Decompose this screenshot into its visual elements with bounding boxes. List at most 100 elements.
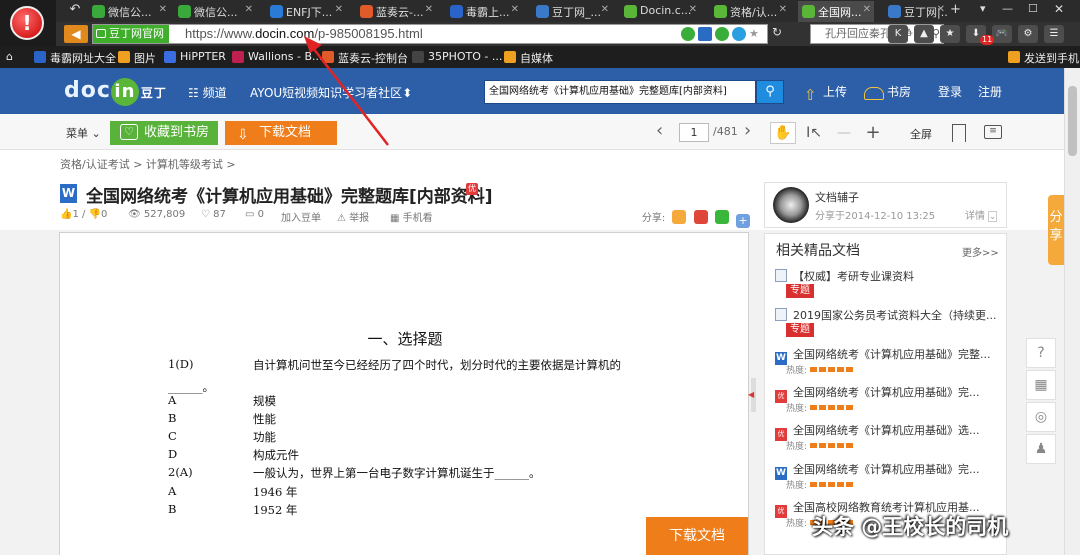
translate-icon[interactable] — [715, 27, 729, 41]
menu-dropdown[interactable]: 菜单 ⌄ — [66, 125, 101, 141]
minimize-icon[interactable]: — — [1002, 2, 1013, 15]
browser-tab[interactable]: 资格/认... ✕ — [710, 1, 790, 22]
hand-tool-icon[interactable]: ✋ — [770, 122, 796, 144]
hearts-stat[interactable]: ♡ 87 — [201, 209, 226, 220]
undo-close-tab-icon[interactable]: ↶ — [66, 2, 84, 17]
k-icon[interactable]: K — [888, 25, 908, 43]
browser-tab[interactable]: ENFJ下... ✕ — [266, 1, 346, 22]
game-icon[interactable]: 🎮 — [992, 25, 1012, 43]
up-icon[interactable]: ▲ — [914, 25, 934, 43]
bookmark-item[interactable]: 自媒体 — [504, 50, 553, 66]
favorite-button[interactable]: ♡ 收藏到书房 — [110, 121, 218, 145]
star-icon[interactable]: ★ — [749, 27, 763, 41]
close-tab-icon[interactable]: ✕ — [245, 4, 253, 15]
doc-search-input[interactable]: 全国网络统考《计算机应用基础》完整题库[内部资料] — [484, 80, 756, 104]
author-name[interactable]: 文档辅子 — [815, 189, 859, 205]
send-to-phone-link[interactable]: 发送到手机 — [1008, 50, 1079, 66]
more-share-icon[interactable]: + — [736, 214, 750, 228]
upload-button[interactable]: ⇧ 上传 — [804, 83, 847, 103]
add-list-link[interactable]: 加入豆单 — [281, 209, 321, 224]
topic-tag[interactable]: 专题 — [786, 284, 814, 298]
zoom-out-icon[interactable]: — — [836, 122, 852, 144]
collapse-arrow-icon[interactable]: ◀ — [748, 390, 756, 400]
close-tab-icon[interactable]: ✕ — [937, 4, 945, 15]
prev-page-icon[interactable]: ‹ — [656, 120, 663, 141]
browser-tab[interactable]: 毒霸上... ✕ — [446, 1, 522, 22]
bookmark-item[interactable]: 35PHOTO - ... — [412, 50, 502, 63]
extension-icon[interactable] — [732, 27, 746, 41]
close-tab-icon[interactable]: ✕ — [779, 4, 787, 15]
qq-icon[interactable]: ♟ — [1026, 434, 1056, 464]
wechat-share-icon[interactable] — [714, 210, 729, 224]
comments-stat[interactable]: ▭ 0 — [245, 209, 264, 220]
comment-icon[interactable]: ≡ — [984, 125, 1002, 139]
browser-tab[interactable]: 全国网... ✕ — [798, 1, 874, 22]
page-scrollbar[interactable] — [1064, 68, 1080, 555]
browser-tab[interactable]: 蓝奏云-... ✕ — [356, 1, 436, 22]
more-link[interactable]: 更多>> — [962, 244, 999, 259]
docin-logo[interactable]: doc in 豆丁 — [64, 78, 167, 106]
bookmark-item[interactable]: 图片 — [118, 50, 156, 66]
channel-link[interactable]: ☷ 频道 — [188, 84, 227, 101]
browser-tab[interactable]: 豆丁网|... ✕ — [884, 1, 948, 22]
report-link[interactable]: ⚠ 举报 — [337, 209, 369, 224]
close-window-icon[interactable]: ✕ — [1054, 2, 1064, 16]
topic-tag[interactable]: 专题 — [786, 323, 814, 337]
bookmark-item[interactable]: HiPPTER — [164, 50, 226, 63]
back-button[interactable]: ◀ — [64, 25, 88, 43]
details-dropdown[interactable]: 详情 ⌄ — [965, 207, 997, 222]
new-tab-button[interactable]: + — [950, 2, 961, 17]
browser-tab[interactable]: 微信公... ✕ — [88, 1, 170, 22]
bookmark-item[interactable]: Wallions - B... — [232, 50, 323, 63]
close-tab-icon[interactable]: ✕ — [425, 4, 433, 15]
qzone-share-icon[interactable] — [672, 210, 687, 224]
close-tab-icon[interactable]: ✕ — [159, 4, 167, 15]
help-icon[interactable]: ? — [1026, 338, 1056, 368]
close-tab-icon[interactable]: ✕ — [689, 4, 697, 15]
side-share-tab[interactable]: 分享 — [1048, 195, 1064, 265]
login-link[interactable]: 登录 — [938, 83, 962, 100]
reader-icon[interactable] — [698, 27, 712, 41]
bookmark-icon[interactable] — [952, 124, 966, 142]
site-verified-badge[interactable]: 豆丁网官网 — [93, 25, 169, 43]
page-number-input[interactable]: 1 — [679, 123, 709, 142]
menu-icon[interactable]: ☰ — [1044, 25, 1064, 43]
fullscreen-button[interactable]: 全屏 — [910, 126, 932, 142]
qr-code-icon[interactable]: ▦ — [1026, 370, 1056, 400]
register-link[interactable]: 注册 — [978, 83, 1002, 100]
close-tab-icon[interactable]: ✕ — [601, 4, 609, 15]
select-text-icon[interactable]: I↖ — [804, 122, 824, 144]
phone-view-link[interactable]: ▦ 手机看 — [390, 209, 433, 224]
browser-menu-button[interactable]: ! — [0, 0, 56, 46]
doc-search-button[interactable]: ⚲ — [756, 80, 784, 104]
home-icon[interactable]: ⌂ — [6, 50, 13, 63]
close-tab-icon[interactable]: ✕ — [335, 4, 343, 15]
wechat-icon[interactable]: ◎ — [1026, 402, 1056, 432]
refresh-icon[interactable]: ↻ — [772, 25, 782, 39]
avatar[interactable] — [773, 187, 809, 223]
like-stat[interactable]: 👍1 / 👎0 — [60, 209, 107, 220]
bookshelf-button[interactable]: 书房 — [864, 83, 911, 100]
close-tab-icon[interactable]: ✕ — [511, 4, 519, 15]
url-field[interactable]: 豆丁网官网 https://www.docin.com/p-985008195.… — [92, 24, 768, 44]
tab-list-icon[interactable]: ▾ — [980, 2, 986, 15]
bookmark-item[interactable]: 毒霸网址大全 — [34, 50, 116, 66]
scrollbar-thumb[interactable] — [1068, 86, 1077, 156]
browser-tab[interactable]: Docin.c... ✕ — [620, 1, 700, 22]
bookmark-item[interactable]: 蓝奏云-控制台 — [322, 50, 408, 66]
browser-tab[interactable]: 微信公... ✕ — [174, 1, 256, 22]
settings-icon[interactable]: ⚙ — [1018, 25, 1038, 43]
promo-link[interactable]: AYOU短视频知识学习者社区⬍ — [250, 84, 412, 101]
maximize-icon[interactable]: ☐ — [1028, 2, 1038, 15]
favorites-icon[interactable]: ★ — [940, 25, 960, 43]
zoom-in-icon[interactable]: + — [864, 122, 882, 144]
close-tab-icon[interactable]: ✕ — [863, 4, 871, 15]
verified-icon[interactable] — [681, 27, 695, 41]
related-doc-item[interactable]: 2019国家公务员考试资料大全（持续更... — [775, 307, 1005, 323]
floating-download-button[interactable]: 下载文档 — [646, 517, 748, 555]
download-button[interactable]: ⇩ 下载文档 — [225, 121, 337, 145]
next-page-icon[interactable]: › — [744, 120, 751, 141]
browser-tab[interactable]: 豆丁网_... ✕ — [532, 1, 612, 22]
weibo-share-icon[interactable] — [693, 210, 708, 224]
related-doc-item[interactable]: 【权威】考研专业课资料 — [775, 268, 1005, 284]
